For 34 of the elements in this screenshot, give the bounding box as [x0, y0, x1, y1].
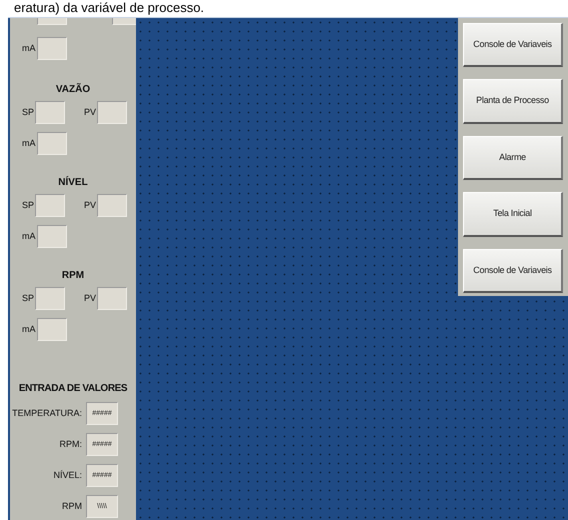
field-label: mA	[22, 230, 36, 243]
input-field[interactable]	[35, 287, 66, 310]
field-label: SP	[22, 106, 34, 119]
field-label: RPM	[62, 500, 82, 513]
input-field[interactable]	[35, 194, 66, 217]
input-field[interactable]	[36, 318, 66, 341]
menu-button[interactable]: Planta de Processo	[463, 79, 563, 124]
input-field[interactable]	[97, 194, 128, 217]
field-label: PV	[84, 292, 96, 305]
input-field[interactable]	[35, 101, 66, 124]
section-title: RPM	[60, 269, 86, 283]
field-label: SP	[22, 292, 34, 305]
field-label: SP	[22, 198, 34, 212]
field-label: TEMPERATURA:	[12, 406, 82, 420]
menu-button[interactable]: Tela Inicial	[463, 192, 563, 237]
section-title: ENTRADA DE VALORES	[18, 382, 128, 396]
field-label: mA	[22, 322, 36, 336]
field-label: PV	[84, 198, 96, 212]
menu-button[interactable]: Console de Variaveis	[463, 248, 563, 294]
input-field[interactable]	[97, 101, 128, 124]
caption-text: eratura) da variável de processo.	[14, 0, 204, 16]
field-label: NÍVEL:	[53, 468, 82, 482]
field-label: PV	[84, 106, 96, 119]
input-field[interactable]	[36, 37, 66, 60]
menu-button[interactable]: Alarme	[463, 136, 563, 180]
input-field[interactable]	[97, 287, 128, 310]
input-field[interactable]	[36, 132, 66, 155]
section-title: VAZÃO	[54, 82, 92, 97]
menu-button[interactable]: Console de Variaveis	[463, 23, 563, 68]
field-label: RPM:	[60, 438, 82, 451]
field-label: mA	[22, 42, 36, 55]
section-title: NÍVEL	[57, 175, 89, 190]
field-label: mA	[22, 136, 36, 150]
input-field[interactable]	[36, 225, 66, 248]
